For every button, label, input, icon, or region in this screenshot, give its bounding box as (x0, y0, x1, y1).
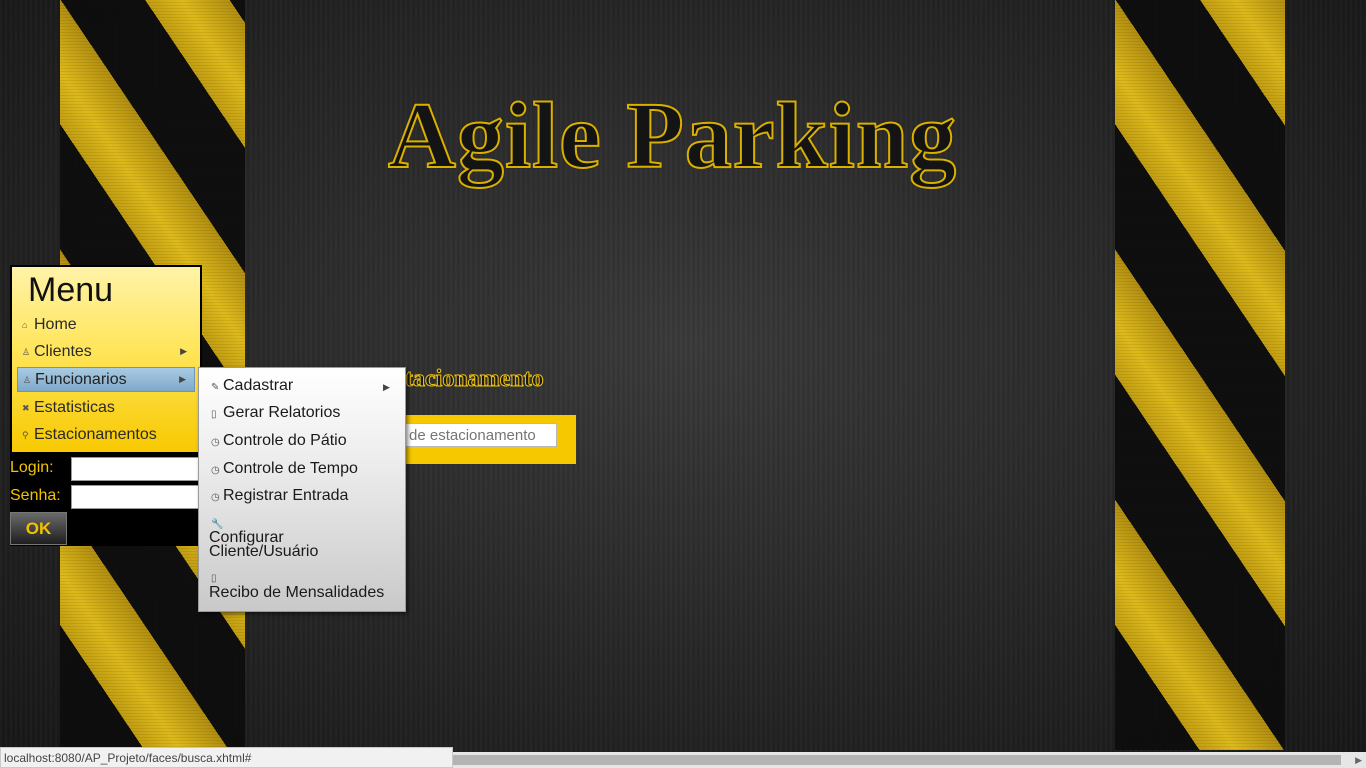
clock-icon: ◷ (211, 492, 220, 503)
password-field[interactable] (71, 485, 202, 509)
parking-search-input[interactable] (404, 423, 557, 447)
menu-item-label: Estatisticas (34, 399, 115, 416)
submenu-item-label: Cadastrar (223, 377, 294, 394)
main-menu: Menu ⌂ Home ♙ Clientes ▶ ♙ Funcionarios ▶ ✖… (10, 265, 202, 454)
home-icon: ⌂ (22, 320, 28, 330)
password-label: Senha: (10, 487, 61, 504)
pencil-icon: ✎ (211, 382, 220, 393)
scrollbar-thumb[interactable] (453, 755, 1341, 765)
chevron-right-icon: ▶ (180, 346, 187, 356)
hazard-stripes-right (1115, 0, 1285, 750)
horizontal-scrollbar[interactable]: ▶ (453, 752, 1366, 768)
ok-button[interactable]: OK (10, 512, 67, 545)
menu-item-funcionarios[interactable]: ♙ Funcionarios ▶ (17, 367, 195, 392)
scroll-right-arrow-icon[interactable]: ▶ (1355, 755, 1362, 766)
clock-icon: ◷ (211, 437, 220, 448)
submenu-item-label: Cliente/Usuário (209, 543, 319, 560)
submenu-item-registrar-entrada[interactable]: ◷ Registrar Entrada (211, 487, 348, 505)
login-label: Login: (10, 459, 54, 476)
menu-item-estatisticas[interactable]: ✖ Estatisticas (17, 396, 195, 421)
submenu-item-controle-tempo[interactable]: ◷ Controle de Tempo (211, 460, 358, 478)
submenu-item-gerar-relatorios[interactable]: ▯ Gerar Relatorios (211, 404, 340, 422)
login-field[interactable] (71, 457, 202, 481)
status-bar-url: localhost:8080/AP_Projeto/faces/busca.xh… (0, 747, 453, 768)
clock-icon: ◷ (211, 465, 220, 476)
submenu-item-recibo-mensalidades[interactable]: Recibo de Mensalidades (209, 584, 385, 601)
user-icon: ♙ (23, 375, 32, 385)
menu-item-clientes[interactable]: ♙ Clientes ▶ (17, 340, 195, 365)
submenu-item-label: Controle do Pátio (223, 432, 347, 449)
menu-item-estacionamentos[interactable]: ⚲ Estacionamentos (17, 423, 195, 448)
menu-item-label: Home (34, 316, 77, 333)
section-title: tacionamento (405, 366, 544, 393)
submenu-item-cadastrar[interactable]: ✎ Cadastrar (211, 377, 293, 395)
submenu-item-label: Gerar Relatorios (223, 404, 341, 421)
chevron-right-icon: ▶ (179, 374, 186, 384)
submenu-item-label: Controle de Tempo (223, 460, 358, 477)
search-icon: ⚲ (22, 430, 29, 440)
chevron-right-icon: ▶ (383, 382, 390, 392)
app-title: Agile Parking (387, 83, 958, 189)
close-x-icon: ✖ (22, 403, 30, 413)
submenu-item-controle-patio[interactable]: ◷ Controle do Pátio (211, 432, 347, 450)
submenu-item-configurar-cliente[interactable]: Configurar Cliente/Usuário (209, 530, 319, 560)
submenu-item-label: Recibo de Mensalidades (209, 584, 385, 601)
menu-item-label: Clientes (34, 343, 92, 360)
submenu-item-label: Registrar Entrada (223, 487, 349, 504)
document-icon: ▯ (211, 409, 217, 420)
funcionarios-submenu: ✎ Cadastrar ▶ ▯ Gerar Relatorios ◷ Controle… (198, 367, 406, 612)
menu-item-label: Funcionarios (35, 371, 127, 388)
menu-title: Menu (28, 271, 114, 309)
menu-item-label: Estacionamentos (34, 426, 157, 443)
menu-item-home[interactable]: ⌂ Home (17, 313, 195, 338)
login-form: Login: Senha: OK (10, 454, 202, 546)
document-icon: ▯ (211, 573, 217, 584)
user-icon: ♙ (22, 347, 31, 357)
